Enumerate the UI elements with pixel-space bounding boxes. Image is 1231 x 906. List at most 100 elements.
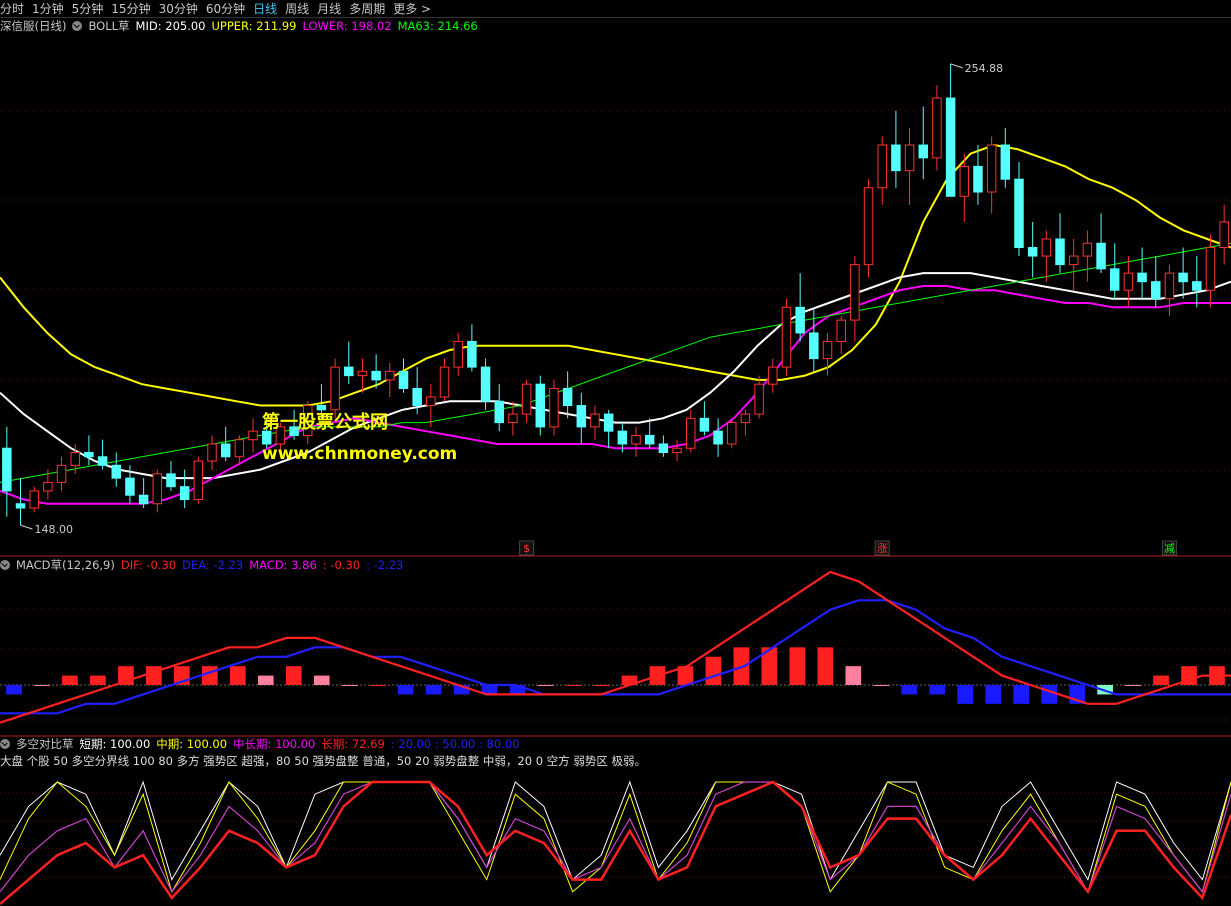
macd-histogram-bar — [565, 685, 582, 686]
macd-histogram-bar — [845, 666, 862, 685]
candle-body — [768, 366, 778, 385]
candle-body — [152, 473, 163, 505]
candle-body — [631, 434, 641, 445]
candle-body — [836, 319, 846, 342]
macd-histogram-bar — [957, 685, 974, 704]
candle-body — [603, 413, 614, 432]
candle-body — [70, 452, 80, 466]
candle-body — [426, 396, 436, 407]
candle-body — [863, 187, 874, 266]
candle-body — [220, 443, 231, 458]
event-marker: 涨 — [877, 542, 888, 555]
candle-body — [29, 490, 39, 509]
candle-body — [453, 340, 463, 368]
candle-body — [727, 422, 737, 445]
candle-body — [193, 460, 204, 500]
macd-histogram-bar — [1153, 675, 1169, 685]
candle-body — [959, 165, 970, 197]
candle-body — [576, 405, 587, 428]
macd-histogram-bar — [369, 685, 386, 686]
candle-body — [918, 144, 928, 159]
macd-histogram-bar — [257, 675, 274, 685]
macd-histogram-bar — [34, 685, 50, 686]
macd-histogram-bar — [285, 666, 302, 685]
event-marker: 减 — [1164, 542, 1175, 555]
candle-body — [1055, 238, 1065, 266]
candle-body — [166, 473, 176, 488]
candle-body — [1027, 247, 1038, 257]
macd-histogram-bar — [985, 685, 1002, 704]
candle-body — [1096, 242, 1106, 270]
candle-body — [1014, 178, 1024, 249]
candle-body — [795, 306, 805, 334]
candle-body — [357, 370, 368, 377]
candle-body — [932, 97, 942, 159]
candle-body — [1123, 272, 1134, 291]
candle-body — [56, 464, 67, 483]
candle-body — [1192, 281, 1202, 291]
candle-body — [781, 306, 792, 368]
macd-histogram-bar — [229, 666, 246, 685]
high-pointer — [950, 63, 963, 69]
candle-body — [809, 332, 819, 360]
candle-body — [1000, 144, 1011, 180]
candle-body — [850, 264, 860, 321]
macd-histogram-bar — [537, 685, 554, 686]
candle-body — [1164, 272, 1175, 300]
candle-body — [617, 430, 628, 445]
candle-body — [508, 413, 518, 424]
macd-histogram-bar — [901, 685, 918, 695]
macd-histogram-bar — [90, 675, 106, 685]
candle-body — [549, 387, 559, 428]
candle-body — [945, 97, 956, 197]
macd-histogram-bar — [313, 675, 330, 685]
candle-body — [385, 370, 395, 381]
chart-canvas[interactable]: 254.88148.00$涨减财 — [0, 0, 1231, 906]
watermark-url: www.chnmoney.com — [262, 444, 458, 464]
candle-body — [521, 383, 532, 415]
candle-body — [672, 447, 682, 454]
candle-body — [713, 430, 723, 445]
candle-body — [15, 503, 26, 509]
candle-body — [986, 144, 997, 193]
macd-histogram-bar — [705, 656, 722, 685]
candle-body — [658, 443, 669, 454]
candle-body — [535, 383, 546, 428]
candle-body — [138, 494, 149, 505]
candle-body — [1178, 272, 1188, 283]
macd-histogram-bar — [341, 685, 358, 686]
macd-histogram-bar — [146, 666, 162, 685]
candle-body — [2, 447, 12, 492]
candle-body — [1082, 242, 1093, 257]
candle-body — [84, 452, 94, 458]
macd-histogram-bar — [62, 675, 78, 685]
candle-body — [398, 370, 409, 389]
macd-histogram-bar — [1041, 685, 1057, 704]
candle-body — [125, 477, 135, 496]
candle-body — [754, 383, 764, 415]
candle-body — [179, 486, 190, 500]
macd-histogram-bar — [929, 685, 946, 695]
candle-body — [439, 366, 450, 398]
candle-body — [973, 165, 983, 193]
low-pointer — [20, 524, 33, 530]
candle-body — [1137, 272, 1147, 283]
candle-body — [740, 413, 751, 424]
candle-body — [590, 413, 600, 428]
watermark-title: 第一股票公式网 — [262, 412, 388, 433]
macd-histogram-bar — [1125, 685, 1141, 686]
candle-body — [97, 456, 108, 466]
candle-body — [1205, 247, 1216, 291]
macd-histogram-bar — [789, 647, 806, 685]
candle-body — [1219, 221, 1229, 249]
candle-body — [1068, 255, 1079, 266]
candle-body — [111, 464, 122, 479]
candle-body — [207, 443, 217, 462]
macd-histogram-bar — [425, 685, 442, 695]
macd-histogram-bar — [6, 685, 22, 695]
candle-body — [685, 417, 696, 449]
candle-body — [480, 366, 491, 402]
candle-body — [822, 340, 833, 360]
candle-body — [234, 439, 245, 458]
candle-body — [904, 144, 915, 172]
